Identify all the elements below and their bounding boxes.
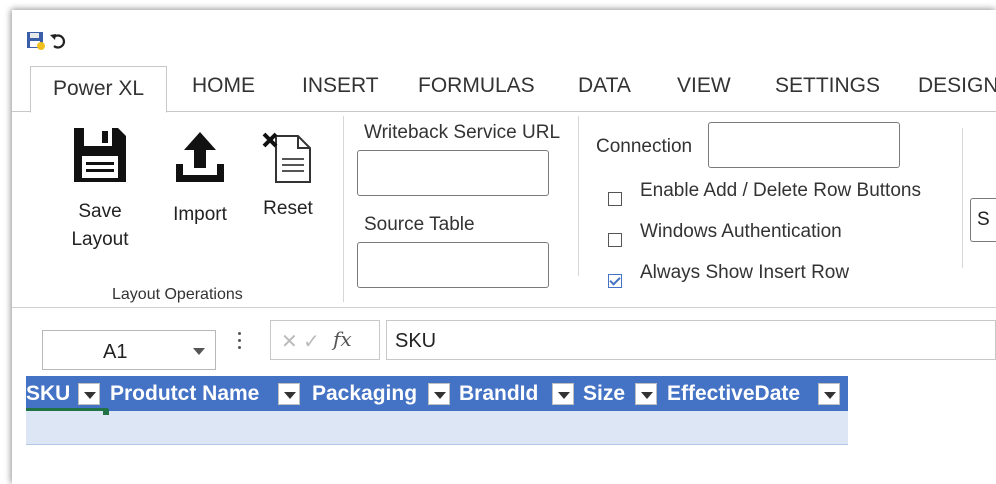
source-table-label: Source Table <box>364 214 475 235</box>
filter-dropdown-icon[interactable] <box>428 383 450 405</box>
quick-access-toolbar <box>26 30 69 52</box>
table-header-row: SKU Produtct Name Packaging BrandId Size… <box>26 376 848 411</box>
enable-add-delete-label: Enable Add / Delete Row Buttons <box>640 180 921 201</box>
tab-design[interactable]: DESIGN <box>918 74 996 98</box>
windows-auth-checkbox[interactable] <box>608 233 622 247</box>
tab-insert[interactable]: INSERT <box>302 74 379 98</box>
save-layout-button[interactable]: Save Layout <box>62 126 138 254</box>
source-table-input[interactable] <box>357 242 549 288</box>
table-row[interactable] <box>26 411 848 445</box>
chevron-down-icon[interactable] <box>193 348 205 355</box>
formula-input[interactable]: SKU <box>386 320 996 360</box>
windows-auth-label: Windows Authentication <box>640 221 842 242</box>
tab-home[interactable]: HOME <box>192 74 255 98</box>
writeback-url-label: Writeback Service URL <box>364 122 561 143</box>
column-header-product-name[interactable]: Produtct Name <box>110 376 259 411</box>
more-vertical-icon[interactable] <box>236 328 242 358</box>
always-show-insert-row-checkbox[interactable] <box>608 274 622 288</box>
fill-handle[interactable] <box>103 409 109 415</box>
import-label: Import <box>173 204 227 225</box>
layout-operations-group-label: Layout Operations <box>112 286 243 303</box>
save-disk-icon[interactable] <box>26 31 46 51</box>
column-header-effective-date[interactable]: EffectiveDate <box>667 376 800 411</box>
connection-label: Connection <box>596 136 693 157</box>
column-header-brandid[interactable]: BrandId <box>459 376 538 411</box>
column-header-size[interactable]: Size <box>583 376 625 411</box>
filter-dropdown-icon[interactable] <box>818 383 840 405</box>
tab-formulas[interactable]: FORMULAS <box>418 74 535 98</box>
cutoff-dropdown-text: S <box>977 209 990 230</box>
save-layout-label-1: Save <box>78 201 122 222</box>
reset-button[interactable]: Reset <box>258 130 318 220</box>
insert-function-icon[interactable]: fx <box>333 327 352 351</box>
name-box[interactable]: A1 <box>42 330 216 370</box>
connection-input[interactable] <box>708 122 900 168</box>
save-layout-label-2: Layout <box>71 229 129 250</box>
save-icon <box>74 128 126 182</box>
tab-data[interactable]: DATA <box>578 74 631 98</box>
group-divider <box>578 116 579 276</box>
upload-icon <box>176 132 224 182</box>
formula-controls: ✕ ✓ fx <box>270 320 380 360</box>
name-box-value: A1 <box>103 341 128 363</box>
tab-view[interactable]: VIEW <box>677 74 731 98</box>
reset-document-icon <box>262 132 311 183</box>
group-divider <box>343 116 344 302</box>
writeback-url-input[interactable] <box>357 150 549 196</box>
filter-dropdown-icon[interactable] <box>278 383 300 405</box>
column-header-packaging[interactable]: Packaging <box>312 376 417 411</box>
import-button[interactable]: Import <box>162 130 238 226</box>
ribbon-panel: Save Layout Import Reset Layout Operatio… <box>12 112 996 308</box>
cancel-icon[interactable]: ✕ <box>281 329 298 354</box>
tab-settings[interactable]: SETTINGS <box>775 74 880 98</box>
cutoff-dropdown[interactable]: S <box>970 198 996 242</box>
undo-icon[interactable] <box>49 31 69 51</box>
tab-power-xl[interactable]: Power XL <box>30 66 168 113</box>
filter-dropdown-icon[interactable] <box>635 383 657 405</box>
group-divider <box>962 128 963 268</box>
always-show-insert-row-label: Always Show Insert Row <box>640 262 850 283</box>
selected-cell-indicator <box>26 376 108 411</box>
ribbon-tabs: Power XL HOME INSERT FORMULAS DATA VIEW … <box>12 62 996 113</box>
filter-dropdown-icon[interactable] <box>552 383 574 405</box>
enter-icon[interactable]: ✓ <box>303 329 320 354</box>
reset-label: Reset <box>263 198 313 219</box>
enable-add-delete-checkbox[interactable] <box>608 192 622 206</box>
formula-value: SKU <box>395 330 437 352</box>
app-window: Power XL HOME INSERT FORMULAS DATA VIEW … <box>12 10 996 484</box>
